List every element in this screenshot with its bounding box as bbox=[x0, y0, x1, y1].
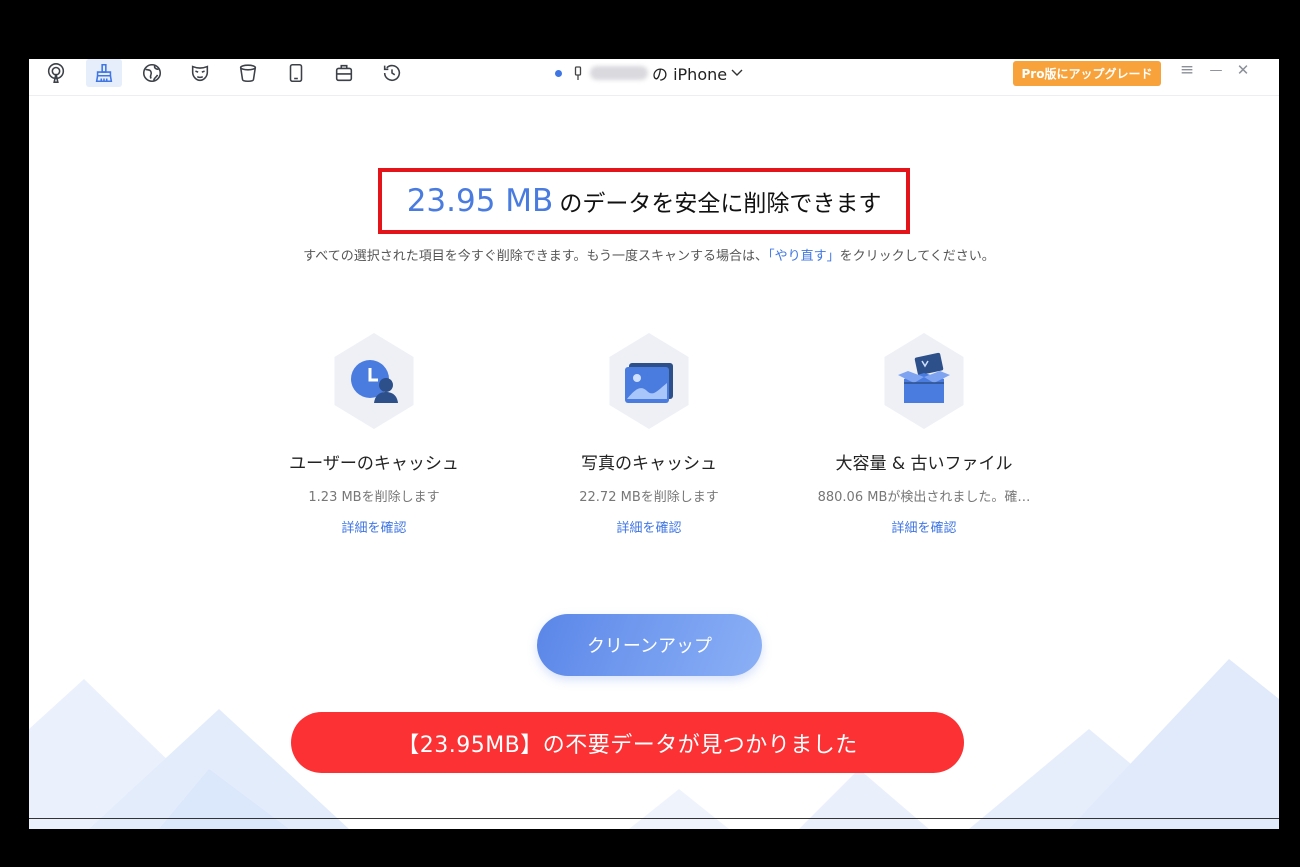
card-desc: 1.23 MBを削除します bbox=[308, 490, 440, 505]
details-link[interactable]: 詳細を確認 bbox=[529, 517, 769, 536]
menu-icon[interactable]: ≡ bbox=[1176, 59, 1198, 81]
user-clock-icon bbox=[334, 333, 414, 429]
blurred-device-owner bbox=[590, 66, 648, 80]
card-title: 写真のキャッシュ bbox=[581, 454, 717, 474]
open-box-icon bbox=[884, 333, 964, 429]
broom-icon[interactable] bbox=[86, 59, 122, 87]
app-window: の iPhone Pro版にアップグレード ≡ — ✕ 23.95 MB のデー… bbox=[29, 59, 1279, 829]
cleanup-button[interactable]: クリーンアップ bbox=[537, 614, 762, 676]
device-name: の iPhone bbox=[652, 65, 728, 84]
photo-icon bbox=[609, 333, 689, 429]
close-icon[interactable]: ✕ bbox=[1232, 59, 1254, 81]
toolbox-icon[interactable] bbox=[326, 59, 362, 87]
card-desc: 22.72 MBを削除します bbox=[579, 490, 719, 505]
subtitle: すべての選択された項目を今すぐ削除できます。もう一度スキャンする場合は、「やり直… bbox=[29, 245, 1269, 264]
subtitle-text-end: をクリックしてください。 bbox=[839, 249, 995, 264]
minimize-icon[interactable]: — bbox=[1205, 59, 1227, 81]
card-large-old-files: 大容量 & 古いファイル 880.06 MBが検出されました。確… 詳細を確認 bbox=[804, 333, 1044, 536]
history-icon[interactable] bbox=[374, 59, 410, 87]
card-user-cache: ユーザーのキャッシュ 1.23 MBを削除します 詳細を確認 bbox=[254, 333, 494, 536]
card-title: ユーザーのキャッシュ bbox=[289, 454, 459, 474]
headline-size: 23.95 MB bbox=[406, 183, 554, 219]
card-title: 大容量 & 古いファイル bbox=[835, 454, 1013, 474]
bucket-icon[interactable] bbox=[230, 59, 266, 87]
headline-highlight: 23.95 MB のデータを安全に削除できます bbox=[378, 168, 910, 234]
card-photo-cache: 写真のキャッシュ 22.72 MBを削除します 詳細を確認 bbox=[529, 333, 769, 536]
subtitle-text: すべての選択された項目を今すぐ削除できます。もう一度スキャンする場合は、 bbox=[303, 249, 769, 264]
device-selector[interactable]: の iPhone bbox=[555, 61, 743, 85]
chevron-down-icon bbox=[731, 69, 743, 76]
details-link[interactable]: 詳細を確認 bbox=[254, 517, 494, 536]
bottom-divider bbox=[29, 818, 1279, 819]
phone-icon[interactable] bbox=[278, 59, 314, 87]
globe-icon[interactable] bbox=[134, 59, 170, 87]
connection-dot-icon bbox=[555, 69, 562, 77]
headline-text: のデータを安全に削除できます bbox=[559, 191, 882, 217]
card-desc: 880.06 MBが検出されました。確… bbox=[817, 490, 1031, 505]
junk-found-banner: 【23.95MB】の不要データが見つかりました bbox=[291, 712, 964, 773]
podcast-icon[interactable] bbox=[38, 59, 74, 87]
top-toolbar: の iPhone Pro版にアップグレード ≡ — ✕ bbox=[29, 59, 1279, 96]
details-link[interactable]: 詳細を確認 bbox=[804, 517, 1044, 536]
lightning-cable-icon bbox=[574, 66, 582, 80]
rescan-link[interactable]: 「やり直す」 bbox=[768, 249, 840, 264]
upgrade-pro-button[interactable]: Pro版にアップグレード bbox=[1013, 61, 1161, 86]
mask-icon[interactable] bbox=[182, 59, 218, 87]
